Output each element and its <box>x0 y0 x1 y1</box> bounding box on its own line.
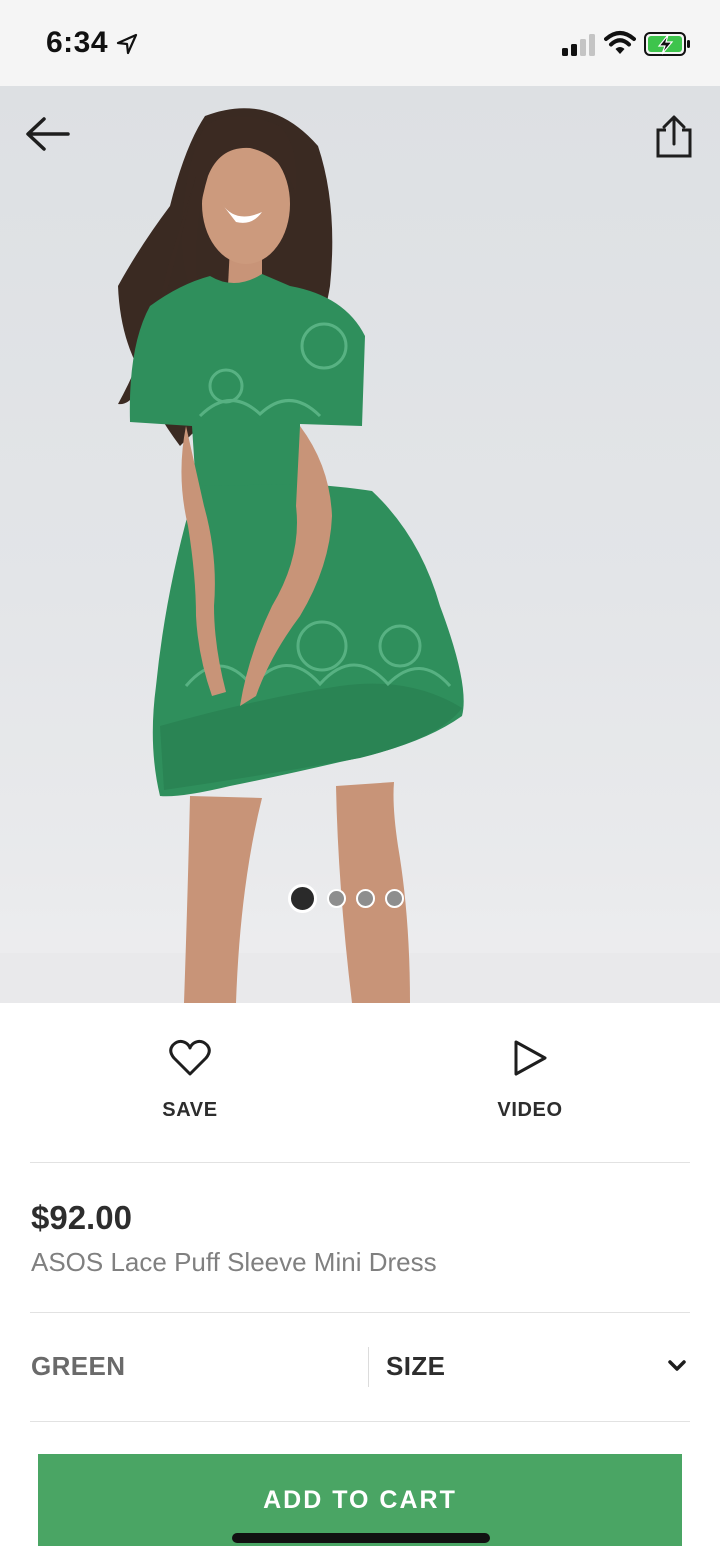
product-actions: SAVE VIDEO <box>0 1003 720 1163</box>
save-button[interactable]: SAVE <box>90 1039 290 1122</box>
cellular-signal-icon <box>562 34 595 56</box>
gallery-dot-2[interactable] <box>327 888 346 908</box>
status-time: 6:34 <box>46 26 109 59</box>
variant-selector-row: GREEN SIZE <box>0 1313 720 1421</box>
gallery-dot-4[interactable] <box>385 888 404 908</box>
video-button[interactable]: VIDEO <box>430 1039 630 1122</box>
gallery-dot-1[interactable] <box>288 883 317 913</box>
play-icon <box>514 1040 547 1076</box>
divider <box>30 1421 690 1422</box>
back-arrow-icon[interactable] <box>22 114 72 154</box>
status-bar: 6:34 <box>0 0 720 86</box>
colour-label: GREEN <box>31 1351 126 1381</box>
share-icon[interactable] <box>652 114 696 160</box>
battery-charging-icon <box>644 32 690 56</box>
product-name: ASOS Lace Puff Sleeve Mini Dress <box>31 1247 437 1277</box>
gallery-pagination <box>288 883 404 913</box>
product-image-gallery[interactable] <box>0 86 720 1003</box>
product-price: $92.00 <box>31 1199 132 1236</box>
location-arrow-icon <box>116 33 138 55</box>
chevron-down-icon <box>668 1360 686 1371</box>
heart-icon <box>169 1039 211 1076</box>
home-indicator <box>232 1533 490 1543</box>
wifi-icon <box>604 31 636 54</box>
video-label: VIDEO <box>497 1099 563 1121</box>
size-dropdown[interactable]: SIZE <box>369 1313 700 1421</box>
divider <box>30 1162 690 1163</box>
product-image <box>118 108 464 1003</box>
save-label: SAVE <box>162 1099 218 1121</box>
size-label: SIZE <box>386 1351 446 1381</box>
gallery-dot-3[interactable] <box>356 888 375 908</box>
